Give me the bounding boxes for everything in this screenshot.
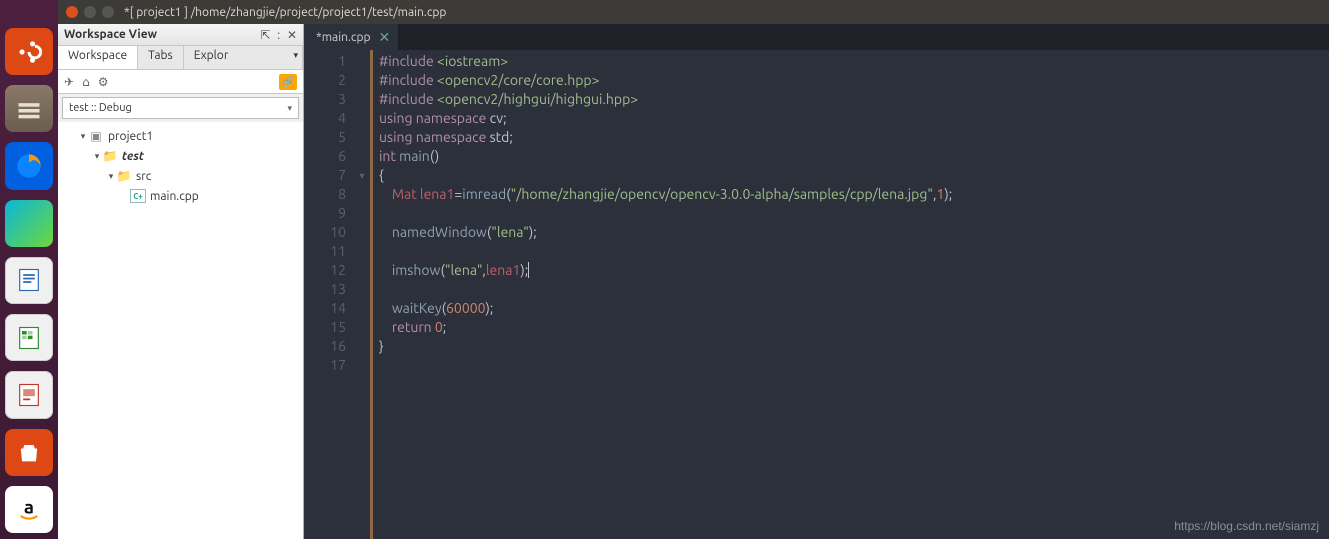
line-gutter: 123 456 789 101112 131415 1617: [304, 50, 354, 539]
sidebar-tabs: Workspace Tabs Explor: [58, 46, 303, 70]
writer-icon[interactable]: [5, 257, 53, 304]
project-tree: ▾ ▣ project1 ▾ 📁 test ▾ 📁 src C+: [58, 122, 303, 539]
config-combo-value: test :: Debug: [69, 102, 132, 114]
sidebar-toolbar: ✈ ⌂ ⚙ 🔗: [58, 70, 303, 94]
tiles-icon[interactable]: [5, 200, 53, 247]
panel-header: Workspace View ⇱ : ✕: [58, 24, 303, 46]
home-icon[interactable]: ⌂: [82, 75, 90, 89]
cpp-file-icon: C+: [130, 189, 146, 203]
editor-area: *main.cpp ✕ 123 456 789 101112 131415 16…: [304, 24, 1329, 539]
panel-max-icon[interactable]: :: [277, 29, 280, 42]
tree-label: project1: [108, 130, 153, 143]
window-titlebar: *[ project1 ] /home/zhangjie/project/pro…: [58, 0, 1329, 24]
code-text[interactable]: #include <iostream> #include <opencv2/co…: [373, 50, 1329, 539]
window-maximize-icon[interactable]: [102, 6, 114, 18]
fold-icon[interactable]: ▾: [354, 166, 370, 185]
tree-folder-test[interactable]: ▾ 📁 test: [58, 146, 303, 166]
panel-close-icon[interactable]: ✕: [287, 29, 297, 42]
impress-icon[interactable]: [5, 371, 53, 418]
tree-label: main.cpp: [150, 190, 199, 203]
files-icon[interactable]: [5, 85, 53, 132]
amazon-icon[interactable]: a: [5, 486, 53, 533]
editor-tabstrip: *main.cpp ✕: [304, 24, 1329, 50]
unity-launcher: a: [0, 0, 58, 539]
tree-label: src: [136, 170, 151, 183]
watermark-text: https://blog.csdn.net/siamzj: [1174, 519, 1319, 533]
fold-column: ▾: [354, 50, 370, 539]
tree-folder-src[interactable]: ▾ 📁 src: [58, 166, 303, 186]
tree-project-root[interactable]: ▾ ▣ project1: [58, 126, 303, 146]
window-close-icon[interactable]: [66, 6, 78, 18]
config-combo[interactable]: test :: Debug: [62, 97, 299, 119]
gear-icon[interactable]: ⚙: [98, 75, 109, 89]
firefox-icon[interactable]: [5, 142, 53, 189]
editor-tab-label: *main.cpp: [316, 31, 371, 44]
tab-close-icon[interactable]: ✕: [379, 30, 391, 44]
project-icon: ▣: [88, 129, 104, 143]
calc-icon[interactable]: [5, 314, 53, 361]
panel-title: Workspace View: [64, 28, 256, 41]
code-editor[interactable]: 123 456 789 101112 131415 1617 ▾ #includ…: [304, 50, 1329, 539]
dash-icon[interactable]: [5, 28, 53, 75]
twisty-icon[interactable]: ▾: [78, 131, 88, 142]
main-area: *[ project1 ] /home/zhangjie/project/pro…: [58, 0, 1329, 539]
edit-bar: [370, 50, 373, 539]
link-icon[interactable]: 🔗: [279, 74, 297, 90]
send-icon[interactable]: ✈: [64, 75, 74, 89]
svg-text:a: a: [24, 497, 34, 518]
panel-pin-icon[interactable]: ⇱: [260, 29, 270, 42]
tab-explorer[interactable]: Explor: [184, 46, 303, 69]
workspace-sidebar: Workspace View ⇱ : ✕ Workspace Tabs Expl…: [58, 24, 304, 539]
window-minimize-icon[interactable]: [84, 6, 96, 18]
twisty-icon[interactable]: ▾: [106, 171, 116, 182]
folder-icon: 📁: [102, 149, 118, 163]
tree-file-main[interactable]: C+ main.cpp: [58, 186, 303, 206]
editor-tab-main[interactable]: *main.cpp ✕: [304, 24, 399, 50]
software-store-icon[interactable]: [5, 429, 53, 476]
twisty-icon[interactable]: ▾: [92, 151, 102, 162]
tab-workspace[interactable]: Workspace: [58, 46, 138, 69]
folder-icon: 📁: [116, 169, 132, 183]
window-title: *[ project1 ] /home/zhangjie/project/pro…: [124, 6, 446, 19]
tab-tabs[interactable]: Tabs: [138, 46, 184, 69]
tree-label: test: [122, 150, 144, 163]
